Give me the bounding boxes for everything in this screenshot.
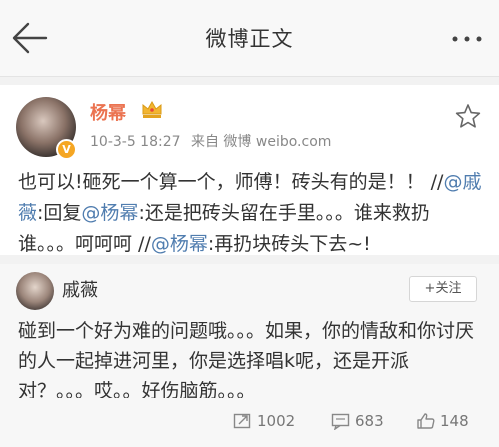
repost-icon — [233, 413, 251, 429]
repost-button[interactable]: 1002 — [233, 406, 295, 436]
quoted-author-name[interactable]: 戚薇 — [62, 276, 98, 302]
more-button[interactable] — [447, 24, 487, 54]
mention-link[interactable]: @杨幂 — [81, 202, 138, 224]
post-meta: 10-3-5 18:27 来自 微博 weibo.com — [90, 131, 337, 151]
comment-button[interactable]: 683 — [331, 406, 384, 436]
page-title: 微博正文 — [205, 27, 294, 51]
comment-icon — [331, 413, 350, 430]
top-navbar: 微博正文 — [0, 0, 499, 77]
comment-count: 683 — [355, 412, 384, 430]
more-dots-icon — [452, 36, 482, 42]
verified-badge-icon: V — [56, 139, 77, 160]
crown-icon — [142, 100, 162, 118]
weibo-post: V 杨幂 10-3-5 18:27 来自 微博 weibo.com 也可以!砸死… — [0, 85, 499, 263]
quoted-author-avatar[interactable] — [16, 272, 54, 310]
repost-count: 1002 — [257, 412, 296, 430]
post-source: 来自 微博 weibo.com — [190, 134, 332, 150]
section-divider — [0, 255, 499, 264]
post-text: 也可以!砸死一个算一个，师傅！砖头有的是！！ //@戚薇:回复@杨幂:还是把砖头… — [18, 167, 486, 260]
post-text-segment: :再扔块砖头下去~! — [207, 233, 371, 255]
thumbs-up-icon — [417, 413, 435, 429]
like-count: 148 — [440, 412, 469, 430]
quoted-post-text: 碰到一个好为难的问题哦。。。如果，你的情敌和你讨厌的人一起掉进河里，你是选择唱k… — [18, 320, 475, 402]
like-button[interactable]: 148 — [416, 406, 469, 436]
quoted-post[interactable]: 戚薇 +关注 碰到一个好为难的问题哦。。。如果，你的情敌和你讨厌的人一起掉进河里… — [0, 264, 499, 402]
post-text-segment: :回复 — [37, 202, 82, 224]
section-divider — [0, 77, 499, 85]
post-text-segment: 也可以!砸死一个算一个，师傅！砖头有的是！！ // — [18, 171, 444, 193]
mention-link[interactable]: @杨幂 — [151, 233, 208, 255]
star-icon[interactable] — [455, 103, 481, 129]
follow-button[interactable]: +关注 — [409, 276, 477, 302]
stats-bar: 1002 683 148 — [0, 398, 499, 447]
post-time: 10-3-5 18:27 — [90, 134, 181, 150]
author-name[interactable]: 杨幂 — [90, 99, 126, 125]
